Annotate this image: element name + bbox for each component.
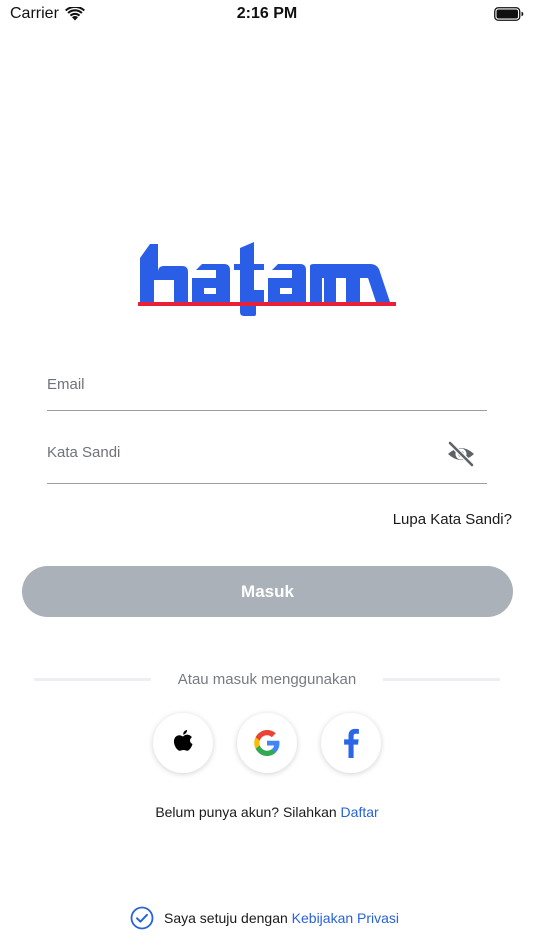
status-bar: Carrier 2:16 PM [0, 0, 534, 30]
password-underline [47, 483, 487, 484]
checkmark-circle-icon[interactable] [130, 906, 154, 930]
google-icon [254, 730, 280, 756]
apple-login-button[interactable] [153, 713, 213, 773]
apple-icon [173, 730, 193, 751]
email-field-container [47, 376, 487, 412]
privacy-consent: Saya setuju dengan Kebijakan Privasi [130, 906, 399, 930]
facebook-icon [344, 728, 359, 758]
privacy-policy-link[interactable]: Kebijakan Privasi [292, 910, 399, 926]
email-underline [47, 410, 487, 411]
signup-text: Belum punya akun? Silahkan [155, 804, 337, 820]
eye-off-icon[interactable] [445, 440, 477, 468]
battery-icon [494, 7, 524, 21]
divider-right [383, 678, 500, 681]
status-time: 2:16 PM [236, 5, 298, 22]
login-button-label: Masuk [241, 581, 294, 601]
google-login-button[interactable] [237, 713, 297, 773]
hatam-logo [138, 242, 396, 316]
privacy-text: Saya setuju dengan [164, 910, 288, 926]
facebook-login-button[interactable] [321, 713, 381, 773]
email-input[interactable] [47, 376, 487, 393]
forgot-password-link[interactable]: Lupa Kata Sandi? [393, 511, 512, 528]
login-button[interactable]: Masuk [22, 566, 513, 617]
signup-prompt: Belum punya akun? Silahkan Daftar [0, 804, 534, 820]
password-field-container [47, 441, 487, 486]
signup-link[interactable]: Daftar [341, 804, 379, 820]
password-input[interactable] [47, 444, 427, 461]
